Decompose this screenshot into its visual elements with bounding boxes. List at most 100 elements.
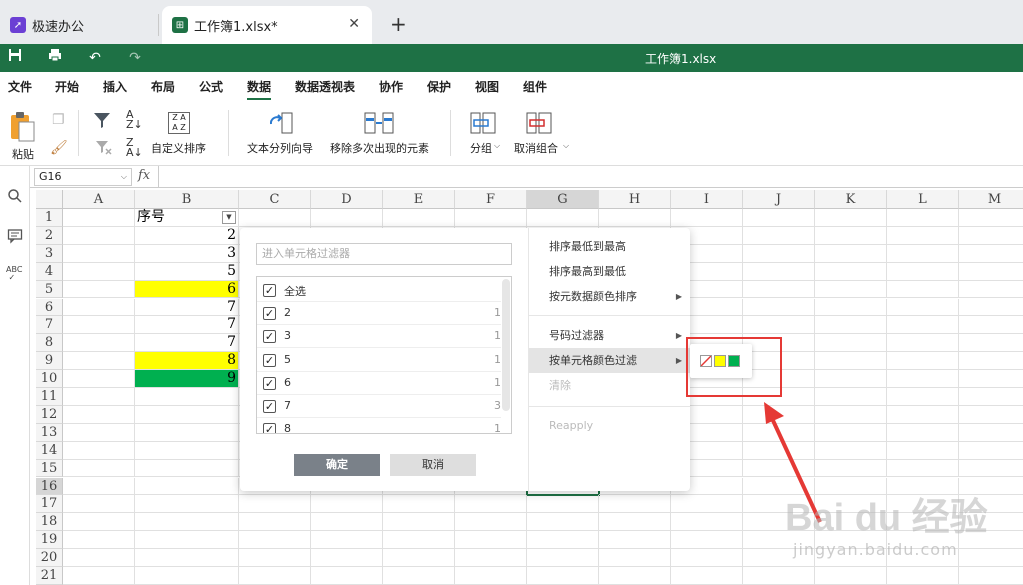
checkbox-checked-icon[interactable]: ✓ bbox=[263, 400, 276, 413]
cell-k8[interactable] bbox=[815, 334, 887, 353]
cell-b13[interactable] bbox=[135, 423, 239, 442]
row-header-11[interactable]: 11 bbox=[36, 388, 63, 406]
cell-d17[interactable] bbox=[311, 495, 383, 514]
cell-b12[interactable] bbox=[135, 405, 239, 424]
checkbox-checked-icon[interactable]: ✓ bbox=[263, 353, 276, 367]
cell-b15[interactable] bbox=[135, 459, 239, 478]
column-header-g[interactable]: G bbox=[527, 190, 599, 209]
cell-e1[interactable] bbox=[383, 209, 455, 227]
cell-m9[interactable] bbox=[959, 352, 1023, 371]
cell-a6[interactable] bbox=[63, 298, 135, 317]
menu-insert[interactable]: 插入 bbox=[103, 78, 127, 95]
cell-l15[interactable] bbox=[887, 459, 959, 478]
cell-g17[interactable] bbox=[527, 495, 599, 514]
cell-k1[interactable] bbox=[815, 209, 887, 227]
sort-by-color-option[interactable]: 按元数据颜色排序 ▶ bbox=[529, 284, 690, 309]
cell-k10[interactable] bbox=[815, 370, 887, 388]
cell-b14[interactable] bbox=[135, 441, 239, 460]
cell-l7[interactable] bbox=[887, 316, 959, 335]
cell-d21[interactable] bbox=[311, 567, 383, 585]
row-header-19[interactable]: 19 bbox=[36, 531, 63, 550]
cell-l13[interactable] bbox=[887, 423, 959, 442]
ungroup-button[interactable]: 取消组合 bbox=[514, 140, 558, 156]
cell-g18[interactable] bbox=[527, 513, 599, 532]
cell-a5[interactable] bbox=[63, 280, 135, 299]
cell-k5[interactable] bbox=[815, 280, 887, 299]
cell-e18[interactable] bbox=[383, 513, 455, 532]
cell-j3[interactable] bbox=[743, 244, 815, 263]
cell-m1[interactable] bbox=[959, 209, 1023, 227]
clear-filter-icon[interactable] bbox=[94, 138, 112, 159]
cell-l8[interactable] bbox=[887, 334, 959, 353]
cell-a16[interactable] bbox=[63, 477, 135, 496]
row-header-13[interactable]: 13 bbox=[36, 423, 63, 442]
cell-m8[interactable] bbox=[959, 334, 1023, 353]
cell-l3[interactable] bbox=[887, 244, 959, 263]
cell-h20[interactable] bbox=[599, 549, 671, 567]
column-header-m[interactable]: M bbox=[959, 190, 1023, 209]
cell-b4[interactable]: 5 bbox=[135, 262, 239, 281]
save-icon[interactable] bbox=[4, 48, 26, 68]
checkbox-checked-icon[interactable]: ✓ bbox=[263, 284, 276, 297]
row-header-8[interactable]: 8 bbox=[36, 334, 63, 353]
cell-c1[interactable] bbox=[239, 209, 311, 227]
cell-l11[interactable] bbox=[887, 388, 959, 406]
cell-c17[interactable] bbox=[239, 495, 311, 514]
sort-descending-option[interactable]: 排序最高到最低 bbox=[529, 259, 690, 284]
filter-value-item[interactable]: ✓ 6 1 bbox=[257, 372, 501, 395]
column-header-b[interactable]: B bbox=[135, 190, 239, 209]
cell-b19[interactable] bbox=[135, 531, 239, 550]
cell-b16[interactable] bbox=[135, 477, 239, 496]
cell-l9[interactable] bbox=[887, 352, 959, 371]
column-header-e[interactable]: E bbox=[383, 190, 455, 209]
cell-g21[interactable] bbox=[527, 567, 599, 585]
formula-input[interactable] bbox=[160, 168, 1020, 186]
column-header-d[interactable]: D bbox=[311, 190, 383, 209]
cell-b18[interactable] bbox=[135, 513, 239, 532]
cell-l4[interactable] bbox=[887, 262, 959, 281]
cell-m4[interactable] bbox=[959, 263, 1023, 281]
cell-h19[interactable] bbox=[599, 531, 671, 550]
cell-e19[interactable] bbox=[383, 531, 455, 550]
cell-i21[interactable] bbox=[671, 567, 743, 585]
filter-value-item[interactable]: ✓ 3 1 bbox=[257, 325, 501, 349]
filter-value-item[interactable]: ✓ 2 1 bbox=[257, 302, 501, 326]
paste-button[interactable] bbox=[8, 110, 38, 147]
cell-a20[interactable] bbox=[63, 549, 135, 567]
function-icon[interactable]: fx bbox=[138, 168, 150, 183]
filter-value-item[interactable]: ✓ 5 1 bbox=[257, 349, 501, 372]
cell-j1[interactable] bbox=[743, 209, 815, 227]
cell-a10[interactable] bbox=[63, 370, 135, 388]
row-header-9[interactable]: 9 bbox=[36, 352, 63, 371]
cell-a14[interactable] bbox=[63, 441, 135, 460]
sort-ascending-option[interactable]: 排序最低到最高 bbox=[529, 234, 690, 259]
cell-j7[interactable] bbox=[743, 316, 815, 335]
cell-a15[interactable] bbox=[63, 459, 135, 478]
cell-l14[interactable] bbox=[887, 441, 959, 460]
cell-d19[interactable] bbox=[311, 531, 383, 550]
menu-protect[interactable]: 保护 bbox=[427, 78, 451, 95]
cell-a1[interactable] bbox=[63, 209, 135, 227]
row-header-10[interactable]: 10 bbox=[36, 370, 63, 388]
row-header-1[interactable]: 1 bbox=[36, 209, 63, 227]
sort-descending-icon[interactable]: Z A↓ bbox=[126, 137, 143, 158]
cell-g20[interactable] bbox=[527, 549, 599, 567]
cell-c18[interactable] bbox=[239, 513, 311, 532]
row-header-20[interactable]: 20 bbox=[36, 549, 63, 567]
new-tab-button[interactable]: + bbox=[390, 12, 407, 36]
text-to-columns-button[interactable]: 文本分列向导 bbox=[247, 140, 313, 156]
reapply-option[interactable]: Reapply bbox=[529, 413, 690, 438]
text-to-columns-icon[interactable] bbox=[268, 112, 294, 137]
cell-b11[interactable] bbox=[135, 388, 239, 406]
comment-icon[interactable] bbox=[7, 228, 23, 247]
cell-b5[interactable]: 6 bbox=[135, 280, 239, 299]
cell-d1[interactable] bbox=[311, 209, 383, 227]
cell-e17[interactable] bbox=[383, 495, 455, 514]
cell-b17[interactable] bbox=[135, 495, 239, 514]
cell-l1[interactable] bbox=[887, 209, 959, 227]
cell-b3[interactable]: 3 bbox=[135, 244, 239, 263]
column-header-l[interactable]: L bbox=[887, 190, 959, 209]
row-header-16[interactable]: 16 bbox=[36, 477, 63, 496]
row-header-7[interactable]: 7 bbox=[36, 316, 63, 335]
cell-i18[interactable] bbox=[671, 513, 743, 532]
